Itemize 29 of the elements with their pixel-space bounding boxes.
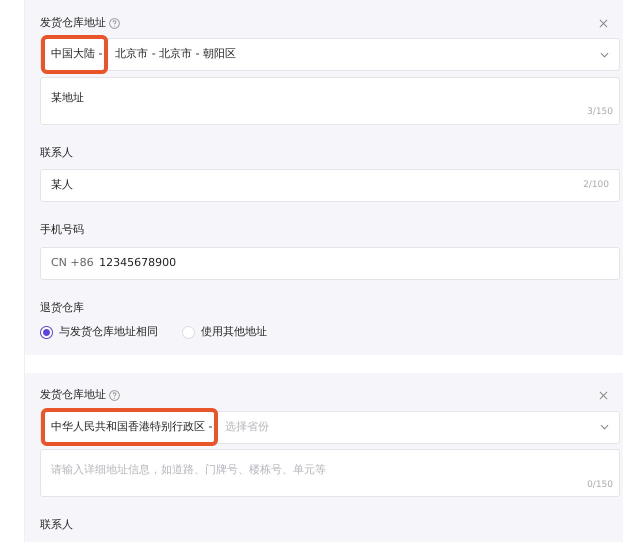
- country-code[interactable]: CN +86: [51, 254, 94, 272]
- close-icon[interactable]: [599, 391, 608, 400]
- character-counter: 3/150: [587, 106, 613, 119]
- region-select[interactable]: 中国大陆 - 北京市 - 北京市 - 朝阳区: [40, 38, 620, 71]
- field-label: 联系人: [40, 144, 74, 160]
- address-field[interactable]: 某地址 3/150: [40, 76, 620, 124]
- contact-field[interactable]: 某人 2/100: [40, 169, 620, 202]
- close-icon[interactable]: [599, 18, 608, 28]
- region-text: 北京市 - 北京市 - 朝阳区: [115, 47, 236, 60]
- phone-number[interactable]: 12345678900: [99, 254, 176, 272]
- region-text: 中华人民共和国香港特别行政区 -: [51, 420, 212, 433]
- region-select[interactable]: 中华人民共和国香港特别行政区 - 选择省份: [40, 410, 620, 444]
- placeholder-text: 选择省份: [225, 420, 270, 433]
- character-counter: 2/100: [583, 178, 609, 192]
- section-title: 发货仓库地址: [40, 14, 106, 31]
- field-label: 退货仓库: [40, 300, 85, 316]
- field-label: 联系人: [40, 517, 74, 533]
- help-icon[interactable]: [108, 18, 120, 28]
- chevron-down-icon: [600, 52, 609, 58]
- chevron-down-icon: [600, 424, 609, 430]
- phone-field[interactable]: CN +86 12345678900: [40, 246, 620, 280]
- region-text: 中国大陆 -: [51, 47, 102, 60]
- help-icon[interactable]: [108, 390, 120, 401]
- radio-button[interactable]: [40, 326, 53, 339]
- character-counter: 0/150: [587, 478, 613, 492]
- section-title: 发货仓库地址: [40, 387, 106, 404]
- radio-label[interactable]: 使用其他地址: [201, 324, 267, 340]
- radio-label[interactable]: 与发货仓库地址相同: [59, 324, 158, 340]
- field-label: 手机号码: [40, 222, 85, 238]
